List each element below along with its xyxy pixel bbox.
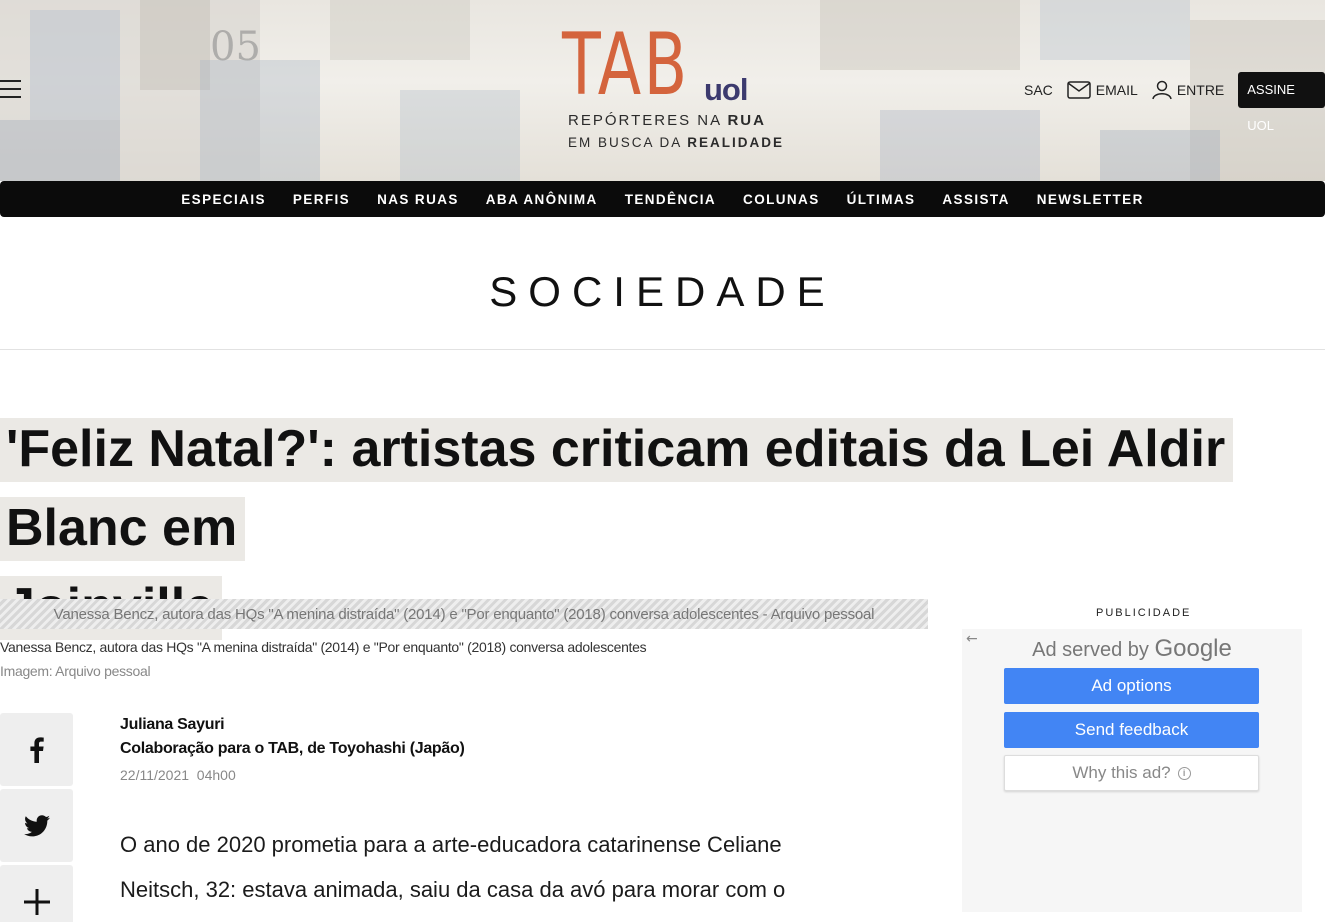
article-body: O ano de 2020 prometia para a arte-educa…: [120, 822, 880, 912]
ad-served-by: Ad served by Google: [1032, 635, 1232, 662]
section-title[interactable]: SOCIEDADE: [0, 268, 1325, 316]
ad-options-button[interactable]: Ad options: [1004, 668, 1259, 704]
tab-uol-logo[interactable]: TAB uol REPÓRTERES NA RUA EM BUSCA DA RE…: [562, 15, 782, 157]
header-actions: SAC EMAIL ENTRE ASSINE UOL: [1024, 70, 1325, 133]
main-nav: ESPECIAIS PERFIS NAS RUAS ABA ANÔNIMA TE…: [0, 181, 1325, 217]
site-header: 05 TAB uol REPÓRTERES NA RUA EM BUSCA DA…: [0, 0, 1325, 181]
nav-item-assista[interactable]: ASSISTA: [942, 192, 1009, 207]
login-link[interactable]: ENTRE: [1152, 80, 1224, 100]
share-facebook-button[interactable]: [0, 713, 73, 786]
nav-item-ultimas[interactable]: ÚLTIMAS: [847, 192, 916, 207]
nav-item-aba-anonima[interactable]: ABA ANÔNIMA: [486, 192, 598, 207]
share-twitter-button[interactable]: [0, 789, 73, 862]
body-line-1: O ano de 2020 prometia para a arte-educa…: [120, 832, 782, 857]
sac-link[interactable]: SAC: [1024, 82, 1053, 98]
info-icon: i: [1177, 766, 1191, 780]
user-icon: [1152, 80, 1172, 100]
menu-hamburger-icon[interactable]: [0, 80, 22, 98]
logo-uol-text: uol: [704, 72, 748, 107]
nav-item-perfis[interactable]: PERFIS: [293, 192, 350, 207]
nav-item-tendencia[interactable]: TENDÊNCIA: [625, 192, 716, 207]
facebook-icon: [29, 736, 44, 763]
twitter-icon: [23, 814, 50, 836]
logo-tagline-1: REPÓRTERES NA RUA: [568, 112, 766, 129]
email-link[interactable]: EMAIL: [1067, 81, 1138, 99]
google-wordmark: Google: [1154, 635, 1232, 662]
body-line-2: Neitsch, 32: estava animada, saiu da cas…: [120, 877, 786, 902]
logo-tagline-2: EM BUSCA DA REALIDADE: [568, 135, 785, 150]
author-role: Colaboração para o TAB, de Toyohashi (Ja…: [120, 740, 465, 757]
headline-line-1: 'Feliz Natal?': artistas criticam editai…: [0, 418, 1234, 561]
envelope-icon: [1067, 81, 1091, 99]
subscribe-button[interactable]: ASSINE UOL: [1238, 72, 1325, 133]
article-image[interactable]: Vanessa Bencz, autora das HQs "A menina …: [0, 599, 928, 629]
nav-item-especiais[interactable]: ESPECIAIS: [181, 192, 266, 207]
nav-item-colunas[interactable]: COLUNAS: [743, 192, 820, 207]
share-more-button[interactable]: [0, 865, 73, 922]
publish-date: 22/11/2021 04h00: [120, 767, 236, 783]
image-caption: Vanessa Bencz, autora das HQs "A menina …: [0, 639, 647, 655]
ad-container: ← Ad served by Google Ad options Send fe…: [962, 629, 1302, 912]
author-name[interactable]: Juliana Sayuri: [120, 716, 225, 734]
section-divider: [0, 349, 1325, 350]
image-credit: Imagem: Arquivo pessoal: [0, 663, 151, 679]
nav-item-newsletter[interactable]: NEWSLETTER: [1037, 192, 1144, 207]
svg-text:05: 05: [210, 24, 261, 70]
logo-tab-text: TAB: [562, 15, 690, 115]
send-feedback-button[interactable]: Send feedback: [1004, 712, 1259, 748]
image-alt-text: Vanessa Bencz, autora das HQs "A menina …: [53, 605, 875, 623]
nav-item-nas-ruas[interactable]: NAS RUAS: [377, 192, 459, 207]
plus-icon: [23, 888, 50, 915]
ad-label: PUBLICIDADE: [1096, 607, 1192, 619]
why-this-ad-button[interactable]: Why this ad? i: [1004, 755, 1259, 791]
